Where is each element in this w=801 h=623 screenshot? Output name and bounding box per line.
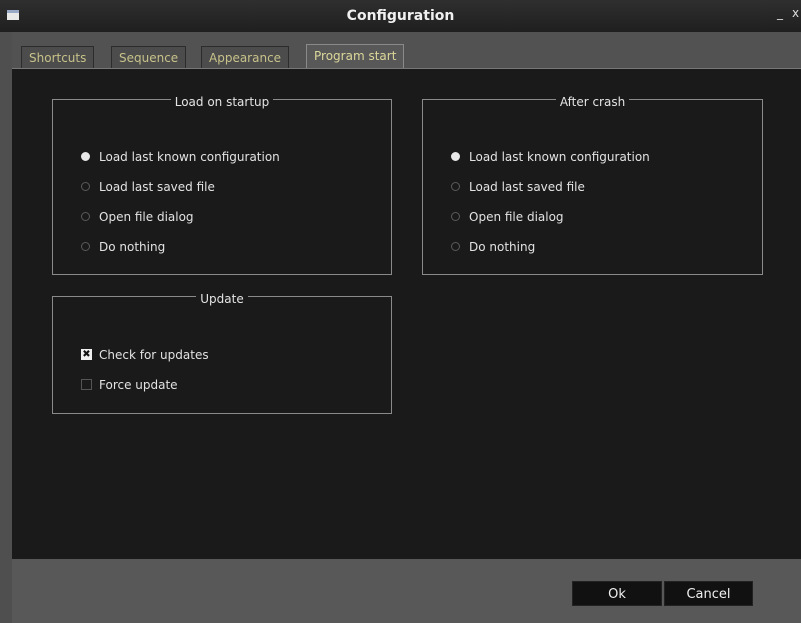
tab-shortcuts[interactable]: Shortcuts [21,46,95,68]
force-update-option[interactable]: Force update [81,376,178,394]
minimize-button[interactable]: _ [777,6,783,20]
crash-option-do-nothing[interactable]: Do nothing [451,238,535,256]
update-group: Update ✖ Check for updates Force update [52,292,392,414]
radio-icon[interactable] [451,242,460,251]
startup-option-open-dialog[interactable]: Open file dialog [81,208,194,226]
close-button[interactable]: x [792,6,799,20]
option-label: Open file dialog [469,210,564,224]
tab-appearance[interactable]: Appearance [201,46,290,68]
update-title: Update [196,292,248,306]
window-left-border [0,32,12,623]
option-label: Do nothing [469,240,536,254]
button-bar: Ok Cancel [12,559,801,623]
option-label: Do nothing [99,240,166,254]
radio-icon[interactable] [451,182,460,191]
load-on-startup-group: Load on startup Load last known configur… [52,95,392,275]
option-label: Load last saved file [99,180,215,194]
radio-selected-icon[interactable] [81,152,90,161]
after-crash-title: After crash [555,95,630,109]
title-bar[interactable]: Configuration _ x [0,0,801,33]
crash-option-last-config[interactable]: Load last known configuration [451,148,650,166]
option-label: Load last known configuration [469,150,650,164]
radio-icon[interactable] [451,212,460,221]
startup-option-last-config[interactable]: Load last known configuration [81,148,280,166]
configuration-window: Configuration _ x Shortcuts Sequence App… [0,0,801,623]
option-label: Open file dialog [99,210,194,224]
tab-program-start[interactable]: Program start [306,44,405,68]
radio-icon[interactable] [81,242,90,251]
checkbox-checked-icon[interactable]: ✖ [81,349,92,360]
cancel-button[interactable]: Cancel [664,581,753,606]
option-label: Load last known configuration [99,150,280,164]
startup-option-do-nothing[interactable]: Do nothing [81,238,165,256]
crash-option-last-saved[interactable]: Load last saved file [451,178,585,196]
radio-selected-icon[interactable] [451,152,460,161]
startup-option-last-saved[interactable]: Load last saved file [81,178,215,196]
checkbox-icon[interactable] [81,379,92,390]
tab-sequence[interactable]: Sequence [111,46,187,68]
option-label: Load last saved file [469,180,585,194]
after-crash-group: After crash Load last known configuratio… [422,95,763,275]
radio-icon[interactable] [81,182,90,191]
window-title: Configuration [346,8,455,24]
option-label: Check for updates [99,348,209,362]
tab-bar: Shortcuts Sequence Appearance Program st… [12,32,801,68]
check-for-updates-option[interactable]: ✖ Check for updates [81,346,209,364]
crash-option-open-dialog[interactable]: Open file dialog [451,208,564,226]
radio-icon[interactable] [81,212,90,221]
load-on-startup-title: Load on startup [170,95,274,109]
tab-content-program-start: Load on startup Load last known configur… [12,68,801,559]
option-label: Force update [99,378,178,392]
ok-button[interactable]: Ok [572,581,662,606]
